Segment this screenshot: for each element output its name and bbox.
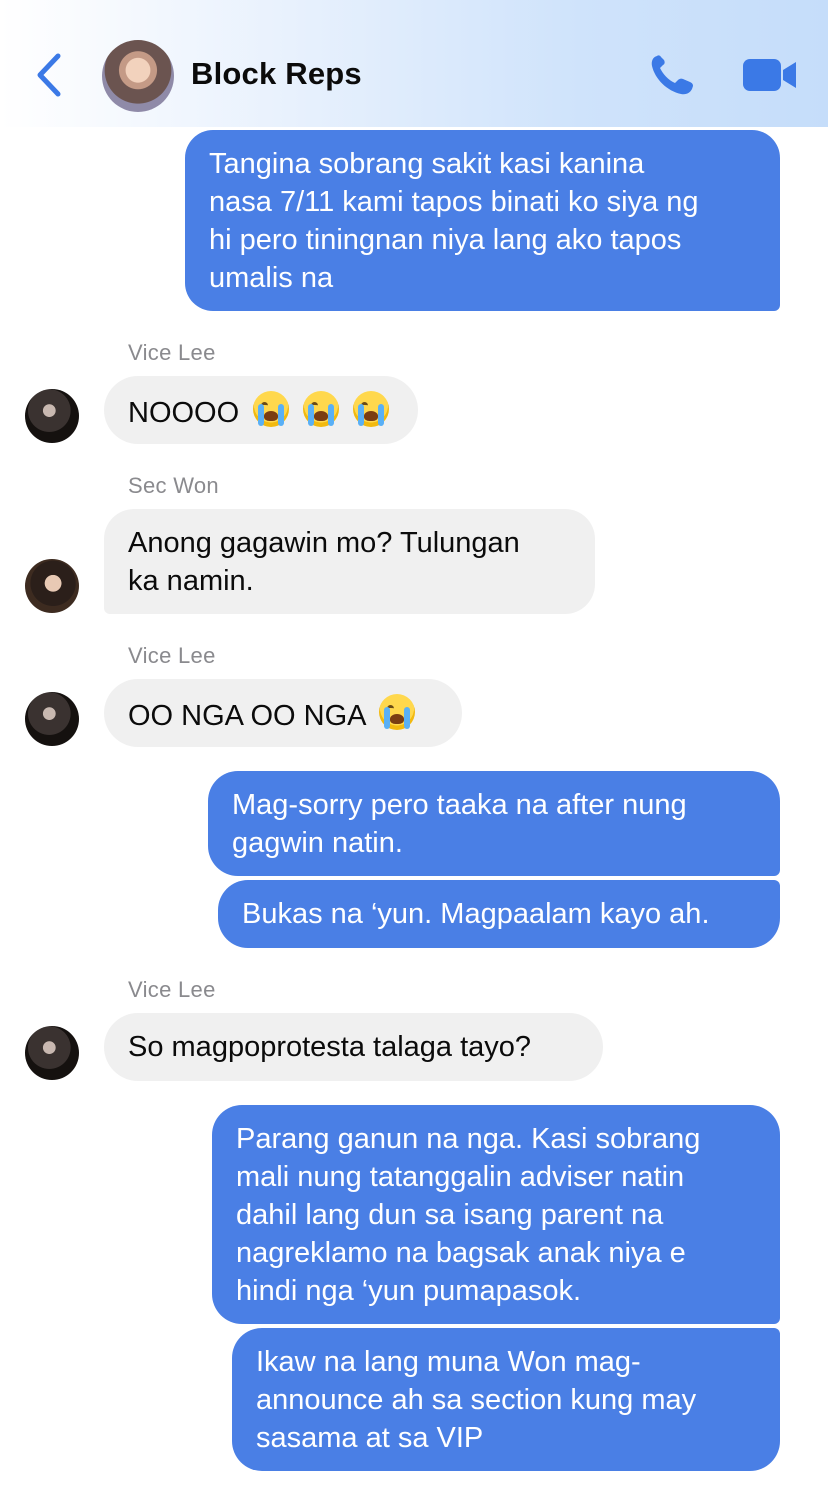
outgoing-message-bubble[interactable]: Bukas na ‘yun. Magpaalam kayo ah.: [218, 880, 780, 948]
message-line: nasa 7/11 kami tapos binati ko siya ng: [209, 186, 699, 218]
loudly-crying-face-icon: [253, 391, 290, 427]
message-line: nagreklamo na bagsak anak niya e: [236, 1237, 686, 1269]
message-text: OO NGA OO NGA: [128, 700, 365, 732]
loudly-crying-face-icon: [378, 694, 415, 730]
loudly-crying-face-icon: [353, 391, 390, 427]
incoming-message-bubble[interactable]: OO NGA OO NGA: [104, 679, 462, 747]
outgoing-message-bubble[interactable]: Tangina sobrang sakit kasi kanina nasa 7…: [185, 130, 780, 311]
message-line: mali nung tatanggalin adviser natin: [236, 1161, 685, 1193]
message-line: Tangina sobrang sakit kasi kanina: [209, 148, 645, 180]
phone-call-icon[interactable]: [648, 52, 698, 98]
message-line: gagwin natin.: [232, 827, 403, 859]
vice-lee-avatar[interactable]: [25, 389, 79, 443]
message-line: sasama at sa VIP: [256, 1422, 484, 1454]
sender-name: Vice Lee: [128, 643, 216, 668]
incoming-message-bubble[interactable]: Anong gagawin mo? Tulungan ka namin.: [104, 509, 595, 614]
outgoing-message-bubble[interactable]: Ikaw na lang muna Won mag- announce ah s…: [232, 1328, 780, 1471]
message-line: announce ah sa section kung may: [256, 1384, 697, 1416]
message-line: hindi nga ‘yun pumapasok.: [236, 1275, 582, 1307]
outgoing-message-bubble[interactable]: Parang ganun na nga. Kasi sobrang mali n…: [212, 1105, 780, 1324]
message-text: So magpoprotesta talaga tayo?: [128, 1031, 532, 1063]
message-line: ka namin.: [128, 565, 254, 597]
message-line: Parang ganun na nga. Kasi sobrang: [236, 1123, 701, 1155]
message-text: Bukas na ‘yun. Magpaalam kayo ah.: [242, 898, 710, 930]
sec-won-avatar[interactable]: [25, 559, 79, 613]
message-line: hi pero tiningnan niya lang ako tapos: [209, 224, 682, 256]
outgoing-message-bubble[interactable]: Mag-sorry pero taaka na after nung gagwi…: [208, 771, 780, 876]
chat-title[interactable]: Block Reps: [191, 56, 362, 92]
message-text: NOOOO: [128, 397, 240, 429]
message-line: Ikaw na lang muna Won mag-: [256, 1346, 641, 1378]
sender-name: Vice Lee: [128, 340, 216, 365]
back-chevron-icon[interactable]: [30, 50, 70, 100]
incoming-message-bubble[interactable]: NOOOO: [104, 376, 418, 444]
message-line: Mag-sorry pero taaka na after nung: [232, 789, 687, 821]
loudly-crying-face-icon: [303, 391, 340, 427]
incoming-message-bubble[interactable]: So magpoprotesta talaga tayo?: [104, 1013, 603, 1081]
group-avatar[interactable]: [102, 40, 174, 112]
video-call-icon[interactable]: [742, 58, 798, 92]
vice-lee-avatar[interactable]: [25, 692, 79, 746]
sender-name: Sec Won: [128, 473, 219, 498]
vice-lee-avatar[interactable]: [25, 1026, 79, 1080]
chat-header: Block Reps: [0, 0, 828, 127]
message-line: dahil lang dun sa isang parent na: [236, 1199, 664, 1231]
message-line: Anong gagawin mo? Tulungan: [128, 527, 520, 559]
message-line: umalis na: [209, 262, 334, 294]
sender-name: Vice Lee: [128, 977, 216, 1002]
